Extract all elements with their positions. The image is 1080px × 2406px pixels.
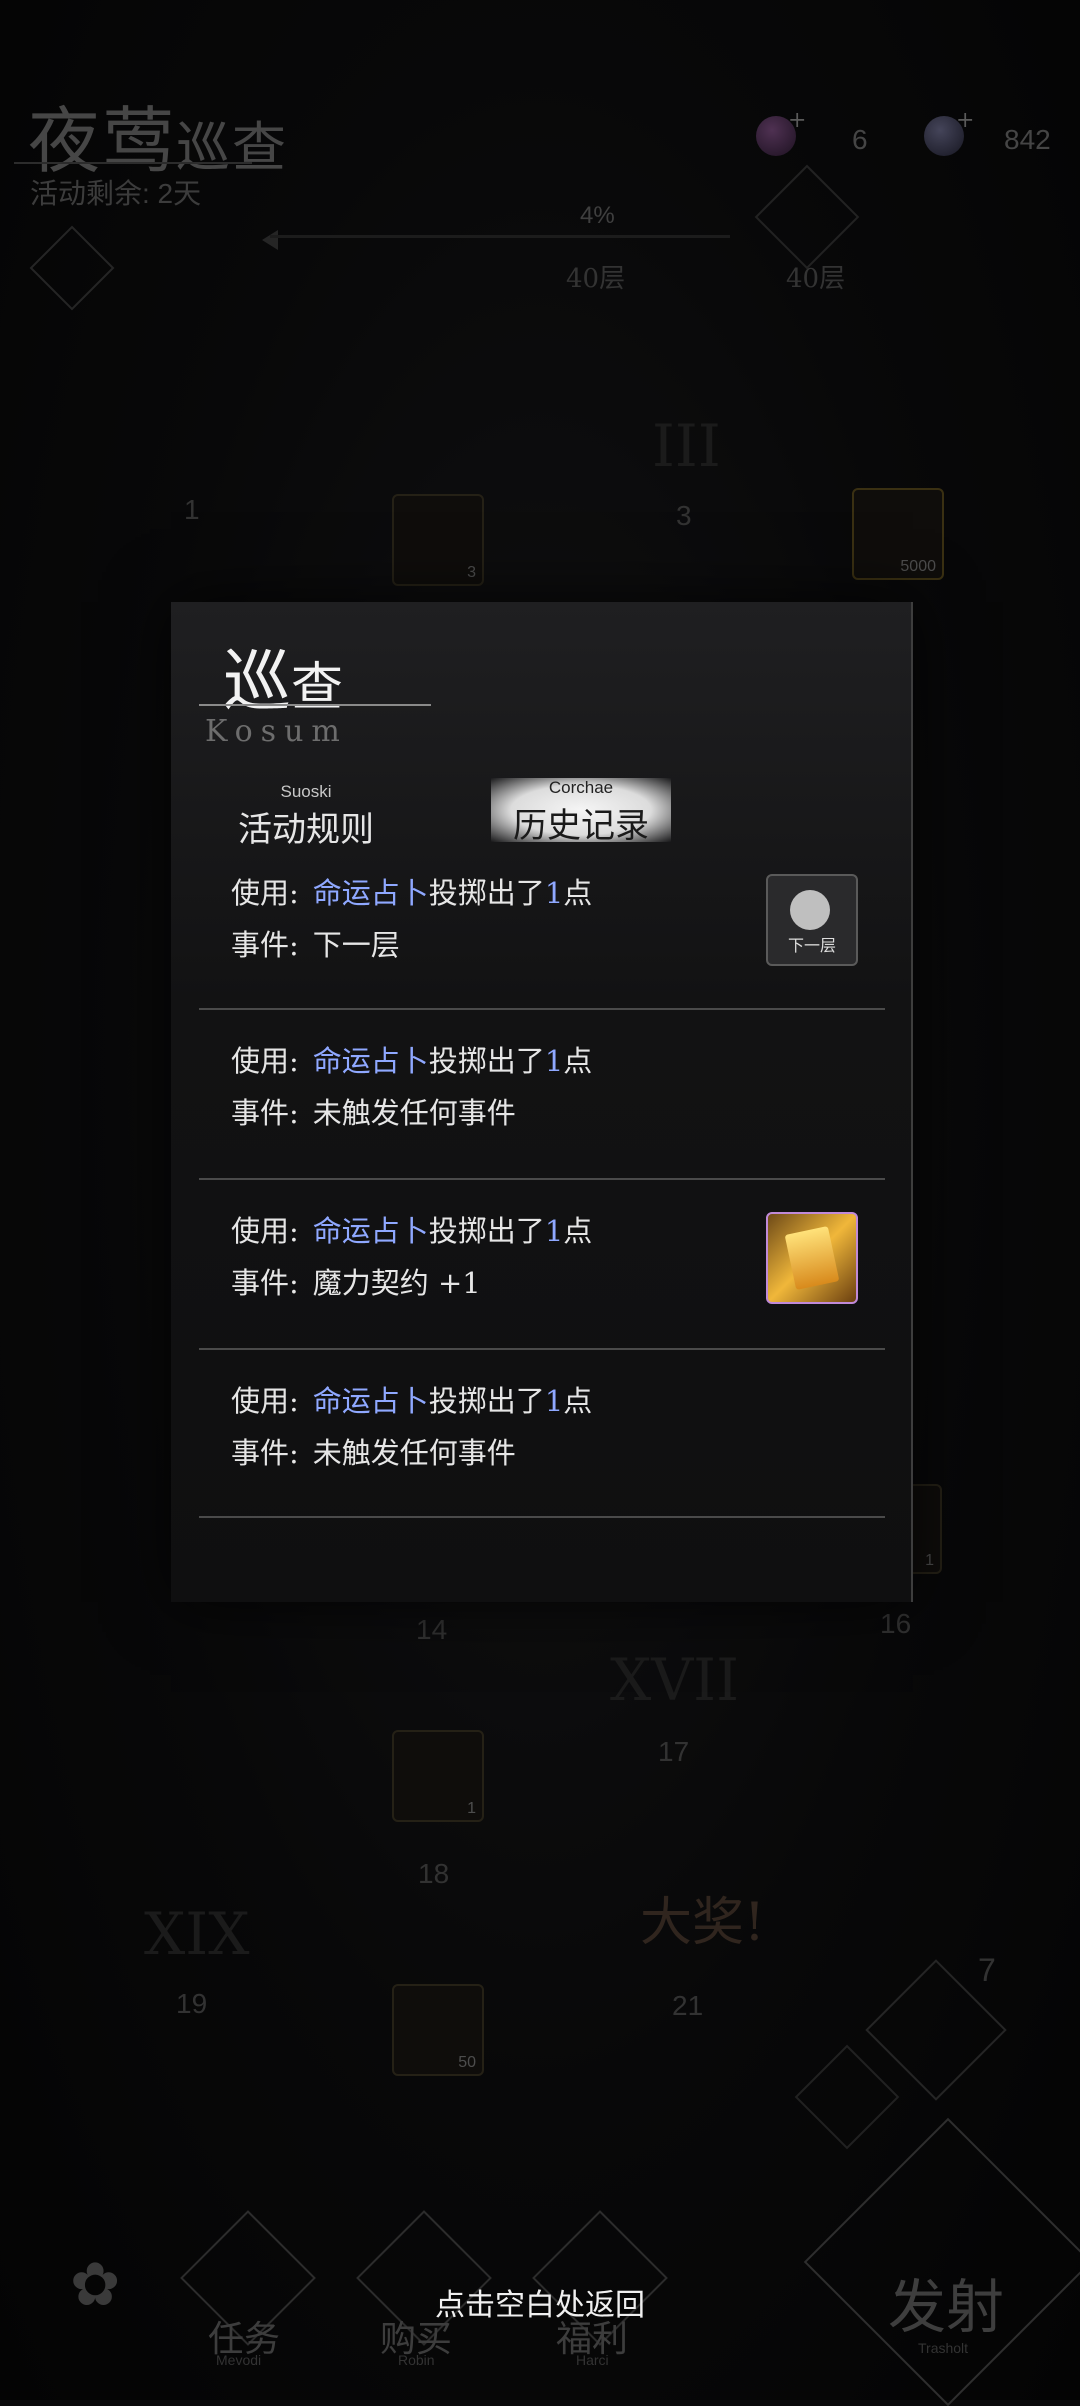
tab-rules[interactable]: Suoski 活动规则 (231, 782, 381, 851)
record-use-line: 使用: 命运占卜投掷出了1点 (231, 1214, 593, 1248)
dialog-title: 巡查 (223, 643, 344, 722)
tab-history-en: Corchae (548, 778, 614, 797)
record-event-line: 事件: 未触发任何事件 (231, 1436, 516, 1470)
tab-rules-label: 活动规则 (238, 810, 374, 850)
tap-to-return-hint: 点击空白处返回 (435, 2288, 645, 2323)
tab-history[interactable]: Corchae 历史记录 (491, 778, 671, 846)
history-dialog: 巡查 Kosum Suoski 活动规则 Corchae 历史记录 使用: 命运占… (171, 602, 913, 1602)
history-record: 使用: 命运占卜投掷出了1点 事件: 未触发任何事件 (171, 1356, 911, 1524)
magic-contract-icon (766, 1212, 858, 1304)
record-divider (199, 1008, 885, 1010)
record-event-line: 事件: 未触发任何事件 (231, 1096, 516, 1130)
record-divider (199, 1178, 885, 1180)
next-floor-icon: 下一层 (766, 874, 858, 966)
dialog-subtitle: Kosum (205, 714, 348, 749)
nav-tasks-en: Mevodi (216, 2352, 262, 2368)
tab-rules-en: Suoski (280, 782, 332, 801)
nav-welfare-en: Harci (576, 2352, 609, 2368)
record-use-line: 使用: 命运占卜投掷出了1点 (231, 876, 593, 910)
dialog-title-underline (199, 704, 431, 706)
record-use-line: 使用: 命运占卜投掷出了1点 (231, 1384, 593, 1418)
record-divider (199, 1516, 885, 1518)
record-divider (199, 1348, 885, 1350)
history-record: 使用: 命运占卜投掷出了1点 事件: 未触发任何事件 (171, 1016, 911, 1184)
record-event-line: 事件: 魔力契约 +1 (231, 1266, 481, 1300)
tab-history-label: 历史记录 (513, 806, 649, 846)
record-use-line: 使用: 命运占卜投掷出了1点 (231, 1044, 593, 1078)
fire-button-en: Trasholt (918, 2340, 969, 2356)
history-record: 使用: 命运占卜投掷出了1点 事件: 魔力契约 +1 (171, 1186, 911, 1354)
nav-shop-en: Robin (398, 2352, 435, 2368)
record-event-line: 事件: 下一层 (231, 928, 400, 962)
history-record: 使用: 命运占卜投掷出了1点 事件: 下一层 下一层 (171, 848, 911, 1016)
